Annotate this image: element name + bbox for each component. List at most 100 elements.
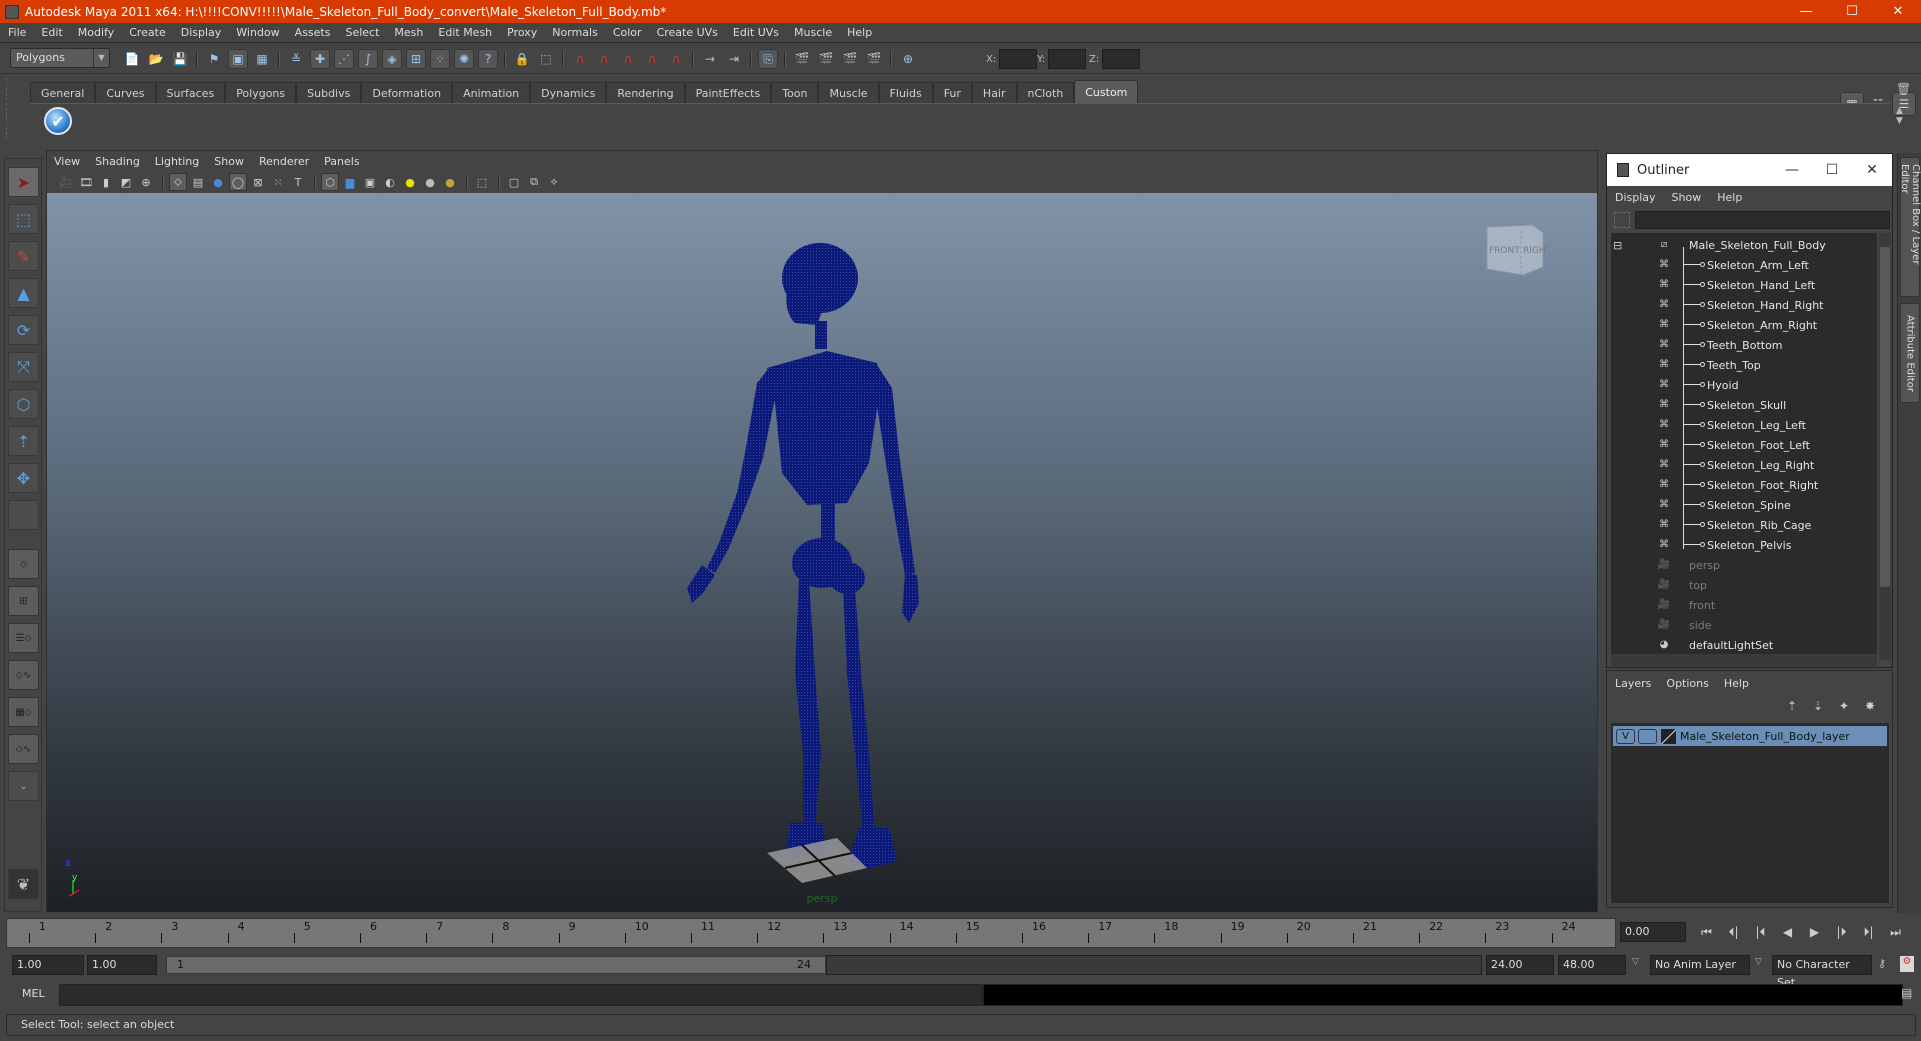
snap-point-icon[interactable]: ∩	[618, 49, 638, 69]
outliner-item[interactable]: ⌘ Skeleton_Spine	[1611, 495, 1877, 515]
select-object-icon[interactable]: ▣	[228, 49, 248, 69]
last-tool-button[interactable]	[8, 500, 39, 530]
help-icon[interactable]: ?	[478, 49, 498, 69]
play-backwards-button[interactable]: ◀	[1774, 922, 1801, 942]
outliner-item[interactable]: ⌘ Hyoid	[1611, 375, 1877, 395]
open-scene-icon[interactable]: 📂	[146, 49, 166, 69]
outliner-filter-input[interactable]	[1635, 211, 1890, 229]
menu-edit-uvs[interactable]: Edit UVs	[725, 26, 786, 39]
scale-tool-button[interactable]: ⤧	[8, 352, 39, 382]
new-layer-from-selection-icon[interactable]: ✸	[1858, 699, 1882, 717]
move-layer-up-icon[interactable]: ⇡	[1780, 699, 1804, 717]
show-manipulator-button[interactable]: ✥	[8, 463, 39, 493]
trash-icon[interactable]: 🗑	[1896, 82, 1911, 96]
layer-menu-options[interactable]: Options	[1658, 677, 1715, 690]
2d-pan-zoom-icon[interactable]: ⊕	[137, 173, 155, 191]
outliner-persp-layout-button[interactable]: ☰⬦	[8, 623, 39, 653]
maya-logo-icon[interactable]: ❦	[8, 869, 39, 899]
menu-modify[interactable]: Modify	[70, 26, 121, 39]
textured-icon[interactable]: ◐	[381, 173, 399, 191]
snap-live-icon[interactable]: ∩	[666, 49, 686, 69]
use-all-lights-icon[interactable]: ●	[401, 173, 419, 191]
rotate-tool-button[interactable]: ⟳	[8, 315, 39, 345]
y-input[interactable]	[1048, 49, 1087, 69]
snap-surface-icon[interactable]: ∩	[642, 49, 662, 69]
view-cube[interactable]: FRONT RIGHT	[1481, 219, 1552, 279]
uv-icon[interactable]: ⊞	[406, 49, 426, 69]
shelf-tab-deformation[interactable]: Deformation	[361, 82, 453, 103]
outliner-item[interactable]: ⌘ Skeleton_Leg_Left	[1611, 415, 1877, 435]
playback-start-field[interactable]: 1.00	[87, 955, 157, 975]
shelf-tab-painteffects[interactable]: PaintEffects	[684, 82, 772, 103]
outliner-item[interactable]: ⌘ Skeleton_Arm_Right	[1611, 315, 1877, 335]
edge-icon[interactable]: ⋰	[334, 49, 354, 69]
script-editor-icon[interactable]: ▤	[1901, 986, 1912, 1000]
persp-graph-layout-button[interactable]: ⬦∿	[8, 660, 39, 690]
anim-prefs-icon[interactable]: ⚙	[1900, 956, 1914, 972]
outliner-item-root[interactable]: ⊟ ⧄ Male_Skeleton_Full_Body	[1611, 235, 1877, 255]
output-ops-icon[interactable]: ⇥	[724, 49, 744, 69]
image-plane-icon[interactable]: ◩	[117, 173, 135, 191]
shelf-tab-muscle[interactable]: Muscle	[818, 82, 879, 103]
grid-icon[interactable]: ⬦	[169, 173, 187, 191]
resolution-gate-icon[interactable]: ●	[209, 173, 227, 191]
panel-menu-show[interactable]: Show	[207, 155, 252, 168]
attribute-editor-tab[interactable]: Attribute Editor	[1900, 303, 1920, 403]
paint-select-tool-button[interactable]: ✎	[8, 241, 39, 271]
outliner-item[interactable]: ⌘ Skeleton_Hand_Right	[1611, 295, 1877, 315]
z-input[interactable]	[1102, 49, 1141, 69]
universal-manipulator-button[interactable]: ⬡	[8, 389, 39, 419]
menu-window[interactable]: Window	[228, 26, 286, 39]
outliner-item[interactable]: ⌘ Skeleton_Foot_Right	[1611, 475, 1877, 495]
filter-icon[interactable]	[1614, 212, 1630, 228]
outliner-item[interactable]: ⌘ Skeleton_Hand_Left	[1611, 275, 1877, 295]
isolate-select-icon[interactable]: ⬚	[473, 173, 491, 191]
menu-create-uvs[interactable]: Create UVs	[649, 26, 725, 39]
character-set-field[interactable]: No Character Set	[1772, 955, 1872, 989]
misc-icon[interactable]: ✺	[454, 49, 474, 69]
lasso-tool-button[interactable]: ⬚	[8, 204, 39, 234]
transform-icon[interactable]: ⊕	[898, 49, 918, 69]
shelf-tab-toon[interactable]: Toon	[771, 82, 819, 103]
shelf-tab-rendering[interactable]: Rendering	[606, 82, 685, 103]
menu-assets[interactable]: Assets	[287, 26, 338, 39]
outliner-item[interactable]: ⌘ Skeleton_Arm_Left	[1611, 255, 1877, 275]
soft-mod-tool-button[interactable]: ⇡	[8, 426, 39, 456]
3d-viewport[interactable]: FRONT RIGHT z y persp	[47, 193, 1597, 912]
panel-menu-lighting[interactable]: Lighting	[148, 155, 207, 168]
key-icon[interactable]: ⚷	[1878, 957, 1886, 970]
outliner-item-camera[interactable]: 🎥 persp	[1611, 555, 1877, 575]
snap-grid-icon[interactable]: ∩	[570, 49, 590, 69]
shelf-tab-subdivs[interactable]: Subdivs	[296, 82, 362, 103]
playback-end-field[interactable]: 24.00	[1486, 955, 1554, 975]
outliner-item[interactable]: ⌘ Skeleton_Pelvis	[1611, 535, 1877, 555]
outliner-item[interactable]: ⌘ Skeleton_Leg_Right	[1611, 455, 1877, 475]
mel-input[interactable]	[59, 984, 983, 1006]
animation-end-field[interactable]: 48.00	[1558, 955, 1626, 975]
layer-menu-layers[interactable]: Layers	[1607, 677, 1658, 690]
render-settings-icon[interactable]: 🎬	[864, 49, 884, 69]
checkmark-icon[interactable]: ✔	[44, 107, 72, 135]
shelf-tab-ncloth[interactable]: nCloth	[1016, 82, 1075, 103]
shelf-tab-custom[interactable]: Custom	[1074, 80, 1139, 103]
render-view-icon[interactable]: 🎬	[792, 49, 812, 69]
outliner-horizontal-scrollbar[interactable]	[1611, 654, 1877, 666]
move-tool-button[interactable]: ▲	[8, 278, 39, 308]
outliner-item[interactable]: ⌘ Skeleton_Foot_Left	[1611, 435, 1877, 455]
channel-box-tab[interactable]: Channel Box / Layer Editor	[1899, 157, 1921, 297]
xray-components-icon[interactable]: ⟡	[545, 173, 563, 191]
outliner-menu-show[interactable]: Show	[1664, 191, 1710, 204]
go-to-start-button[interactable]: ⏮	[1693, 922, 1720, 942]
four-view-layout-button[interactable]: ⊞	[8, 586, 39, 616]
lock-icon[interactable]: 🔒	[512, 49, 532, 69]
layer-playback-toggle[interactable]	[1638, 728, 1657, 744]
go-to-end-button[interactable]: ⏭	[1882, 922, 1909, 942]
shelf-tab-surfaces[interactable]: Surfaces	[155, 82, 226, 103]
panel-menu-shading[interactable]: Shading	[88, 155, 148, 168]
menu-file[interactable]: File	[0, 26, 33, 39]
outliner-menu-display[interactable]: Display	[1607, 191, 1664, 204]
layout-expand-button[interactable]: ⌄	[8, 771, 39, 801]
shadows-icon[interactable]: ●	[421, 173, 439, 191]
xray-icon[interactable]: ▢	[505, 173, 523, 191]
step-back-frame-button[interactable]: |⏴	[1747, 922, 1774, 942]
